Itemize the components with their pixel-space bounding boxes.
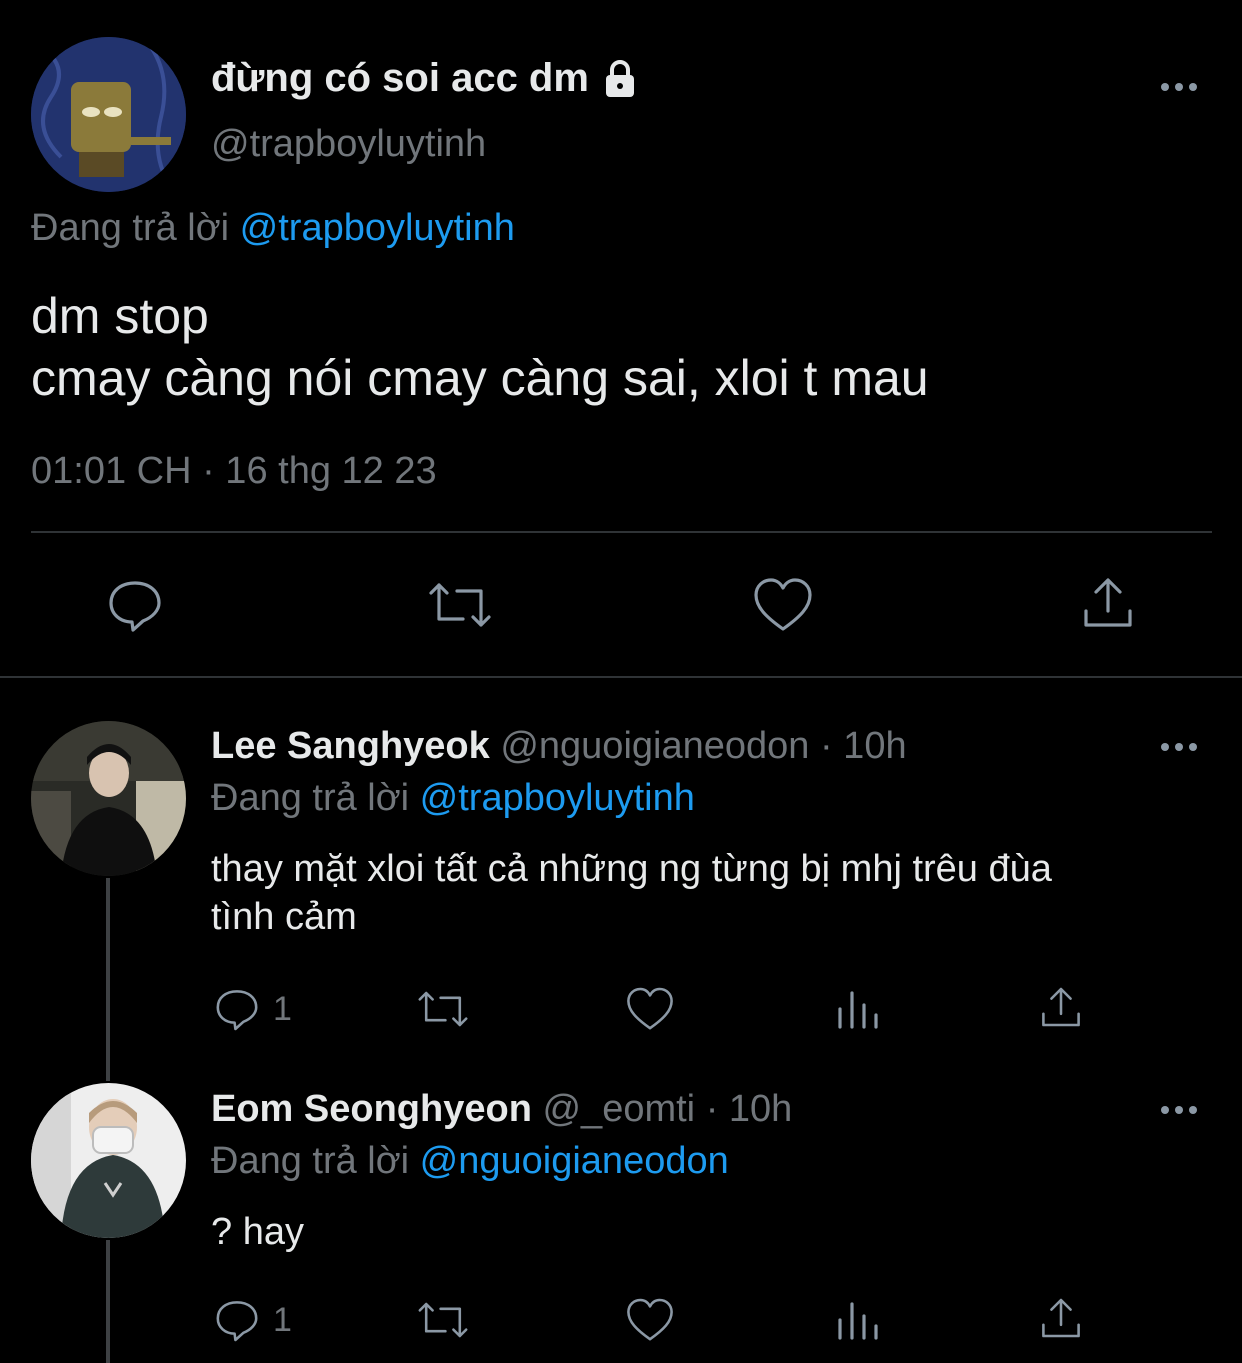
like-icon (754, 578, 812, 631)
retweet-button[interactable] (425, 575, 495, 635)
reply-button[interactable] (105, 575, 165, 635)
share-button[interactable] (1037, 1296, 1085, 1344)
reply-text-line1: thay mặt xloi tất cả những ng từng bị mh… (211, 848, 1052, 890)
more-icon[interactable] (1159, 1103, 1199, 1117)
thread-line (106, 878, 110, 1073)
replying-to: Đang trả lời @nguoigianeodon (211, 1140, 729, 1183)
reply-avatar[interactable] (31, 721, 186, 876)
reply-handle[interactable]: @_eomti (542, 1088, 695, 1130)
reply-button[interactable]: 1 (213, 985, 292, 1033)
reply-prefix: Đang trả lời (211, 1140, 410, 1182)
tweet-text-line1: dm stop (31, 288, 209, 344)
reply-icon (109, 581, 161, 632)
share-button[interactable] (1037, 985, 1085, 1033)
reply-display-name[interactable]: Lee Sanghyeok (211, 725, 490, 767)
lock-icon (599, 58, 641, 100)
reply-icon (216, 990, 258, 1031)
views-button[interactable] (833, 1296, 881, 1344)
reply-text-line1: ? hay (211, 1211, 304, 1253)
reply-prefix: Đang trả lời (31, 207, 230, 249)
display-name[interactable]: đừng có soi acc dm (211, 56, 589, 101)
timestamp[interactable]: 01:01 CH · 16 thg 12 23 (31, 450, 437, 493)
tweet-text-line2: cmay càng nói cmay càng sai, xloi t mau (31, 350, 929, 406)
reply-text: ? hay (211, 1208, 304, 1256)
reply-header: Lee Sanghyeok @nguoigianeodon · 10h (211, 725, 907, 768)
reply-handle[interactable]: @nguoigianeodon (500, 725, 809, 767)
like-icon (627, 1298, 673, 1341)
reply-button[interactable]: 1 (213, 1296, 292, 1344)
reply-to-link[interactable]: @nguoigianeodon (420, 1140, 729, 1182)
more-icon[interactable] (1159, 740, 1199, 754)
views-icon (838, 991, 878, 1029)
retweet-icon (418, 1302, 468, 1338)
divider (31, 531, 1212, 533)
like-button[interactable] (625, 985, 675, 1033)
handle[interactable]: @trapboyluytinh (211, 123, 486, 166)
like-button[interactable] (752, 575, 814, 635)
avatar-image (31, 1083, 186, 1238)
reply-text-line2: tình cảm (211, 896, 357, 938)
retweet-button[interactable] (415, 985, 471, 1033)
share-icon (1042, 1298, 1080, 1338)
reply-count: 1 (273, 1300, 292, 1339)
reply-avatar[interactable] (31, 1083, 186, 1238)
retweet-icon (418, 991, 468, 1027)
reply-to-link[interactable]: @trapboyluytinh (420, 777, 695, 819)
thread-line (106, 1045, 110, 1081)
replying-to: Đang trả lời @trapboyluytinh (31, 207, 515, 250)
retweet-icon (429, 583, 491, 627)
share-icon (1084, 578, 1132, 627)
avatar-image (31, 721, 186, 876)
section-divider (0, 676, 1242, 678)
share-button[interactable] (1078, 575, 1138, 635)
share-icon (1042, 987, 1080, 1027)
reply-count: 1 (273, 989, 292, 1028)
retweet-button[interactable] (415, 1296, 471, 1344)
main-avatar[interactable] (31, 37, 186, 192)
reply-text: thay mặt xloi tất cả những ng từng bị mh… (211, 845, 1052, 941)
tweet-text: dm stop cmay càng nói cmay càng sai, xlo… (31, 285, 929, 409)
reply-to-link[interactable]: @trapboyluytinh (240, 207, 515, 249)
reply-display-name[interactable]: Eom Seonghyeon (211, 1088, 532, 1130)
views-icon (838, 1302, 878, 1340)
like-icon (627, 987, 673, 1030)
reply-time[interactable]: · 10h (706, 1088, 793, 1130)
thread-line (106, 1240, 110, 1363)
reply-header: Eom Seonghyeon @_eomti · 10h (211, 1088, 792, 1131)
views-button[interactable] (833, 985, 881, 1033)
like-button[interactable] (625, 1296, 675, 1344)
reply-icon (216, 1301, 258, 1342)
replying-to: Đang trả lời @trapboyluytinh (211, 777, 695, 820)
avatar-image (31, 37, 186, 192)
reply-prefix: Đang trả lời (211, 777, 410, 819)
more-icon[interactable] (1159, 80, 1199, 94)
reply-time[interactable]: · 10h (820, 725, 907, 767)
